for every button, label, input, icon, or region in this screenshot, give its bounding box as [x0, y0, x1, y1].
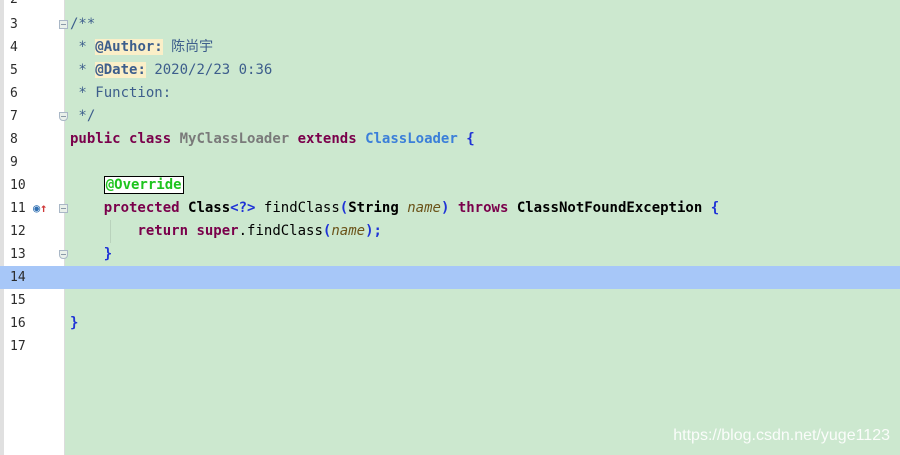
- keyword: class: [129, 131, 172, 147]
- code-line[interactable]: 12 return super.findClass(name);: [0, 220, 900, 243]
- class-name: MyClassLoader: [179, 131, 290, 147]
- code-text: return super.findClass(name);: [70, 220, 382, 243]
- paren-semicolon: );: [365, 223, 382, 239]
- paren: (: [339, 200, 349, 216]
- brace: }: [70, 315, 79, 331]
- code-text: @Override: [70, 174, 184, 197]
- superclass-name: ClassLoader: [365, 131, 458, 147]
- code-line[interactable]: 4 * @Author: 陈尚宇: [0, 36, 900, 59]
- line-number: 2: [10, 0, 50, 11]
- line-number: 14: [10, 270, 26, 285]
- code-line[interactable]: 3 /**: [0, 13, 900, 36]
- code-line[interactable]: 15: [0, 289, 900, 312]
- keyword: protected: [103, 200, 180, 216]
- code-line[interactable]: 11 ◉ ↑ protected Class<?> findClass(Stri…: [0, 197, 900, 220]
- method-call: .findClass: [238, 223, 323, 239]
- line-number: 6: [10, 86, 18, 101]
- keyword: extends: [297, 131, 357, 147]
- code-area[interactable]: 2 3 /** 4 * @Author: 陈尚宇 5 * @Date: 2020…: [0, 0, 900, 455]
- overrides-up-arrow-icon[interactable]: ↑: [40, 202, 47, 214]
- code-text: }: [70, 312, 78, 335]
- code-line[interactable]: 8 public class MyClassLoader extends Cla…: [0, 128, 900, 151]
- type-name: Class: [188, 200, 231, 216]
- code-text: * @Date: 2020/2/23 0:36: [70, 59, 272, 82]
- keyword: super: [196, 223, 239, 239]
- override-annotation[interactable]: @Override: [103, 176, 184, 194]
- line-number: 3: [10, 17, 18, 32]
- brace: {: [466, 131, 475, 147]
- brace: }: [103, 246, 113, 262]
- param-type: String: [348, 200, 399, 216]
- code-line[interactable]: 7 */: [0, 105, 900, 128]
- fold-icon[interactable]: [59, 250, 68, 259]
- code-text: */: [70, 105, 95, 128]
- code-text: * Function:: [70, 82, 171, 105]
- line-number: 17: [10, 339, 26, 354]
- code-line[interactable]: 10 @Override: [0, 174, 900, 197]
- code-line[interactable]: 16 }: [0, 312, 900, 335]
- line-number: 8: [10, 132, 18, 147]
- line-number: 13: [10, 247, 26, 262]
- code-text: /**: [70, 13, 95, 36]
- keyword: return: [137, 223, 189, 239]
- line-number: 10: [10, 178, 26, 193]
- code-line[interactable]: 9: [0, 151, 900, 174]
- line-number: 15: [10, 293, 26, 308]
- fold-icon[interactable]: [59, 204, 68, 213]
- doc-comment-prefix: *: [70, 62, 96, 78]
- doc-tag-author: @Author:: [95, 39, 163, 55]
- exception-name: ClassNotFoundException: [516, 200, 703, 216]
- doc-tag-date: @Date:: [95, 62, 146, 78]
- code-line[interactable]: 13 }: [0, 243, 900, 266]
- line-number: 9: [10, 155, 18, 170]
- keyword: throws: [457, 200, 509, 216]
- code-editor[interactable]: 2 3 /** 4 * @Author: 陈尚宇 5 * @Date: 2020…: [0, 0, 900, 455]
- watermark: https://blog.csdn.net/yuge1123: [673, 427, 890, 444]
- line-number: 12: [10, 224, 26, 239]
- fold-icon[interactable]: [59, 112, 68, 121]
- line-number: 7: [10, 109, 18, 124]
- doc-comment: /**: [70, 16, 96, 32]
- code-line[interactable]: 5 * @Date: 2020/2/23 0:36: [0, 59, 900, 82]
- brace: {: [710, 200, 720, 216]
- code-line[interactable]: 6 * Function:: [0, 82, 900, 105]
- generic-wildcard: <?>: [230, 200, 256, 216]
- line-number: 16: [10, 316, 26, 331]
- doc-comment-prefix: *: [70, 39, 96, 55]
- code-line[interactable]: 17: [0, 335, 900, 358]
- code-line[interactable]: 2: [0, 0, 900, 11]
- code-text: protected Class<?> findClass(String name…: [70, 197, 719, 220]
- indent-guide: [110, 220, 111, 243]
- line-number: 4: [10, 40, 18, 55]
- argument-name: name: [331, 223, 366, 239]
- method-name: findClass: [263, 200, 340, 216]
- doc-author-value: 陈尚宇: [171, 39, 214, 55]
- code-text: * @Author: 陈尚宇: [70, 36, 213, 59]
- param-name: name: [407, 200, 441, 216]
- doc-comment: * Function:: [70, 85, 172, 101]
- current-line-highlight[interactable]: 14: [0, 266, 900, 289]
- doc-comment: */: [70, 108, 96, 124]
- paren: ): [440, 200, 450, 216]
- code-text: }: [70, 243, 112, 266]
- line-number: 5: [10, 63, 18, 78]
- code-text: public class MyClassLoader extends Class…: [70, 128, 475, 151]
- fold-icon[interactable]: [59, 20, 68, 29]
- doc-date-value: 2020/2/23 0:36: [154, 62, 273, 78]
- keyword: public: [70, 131, 121, 147]
